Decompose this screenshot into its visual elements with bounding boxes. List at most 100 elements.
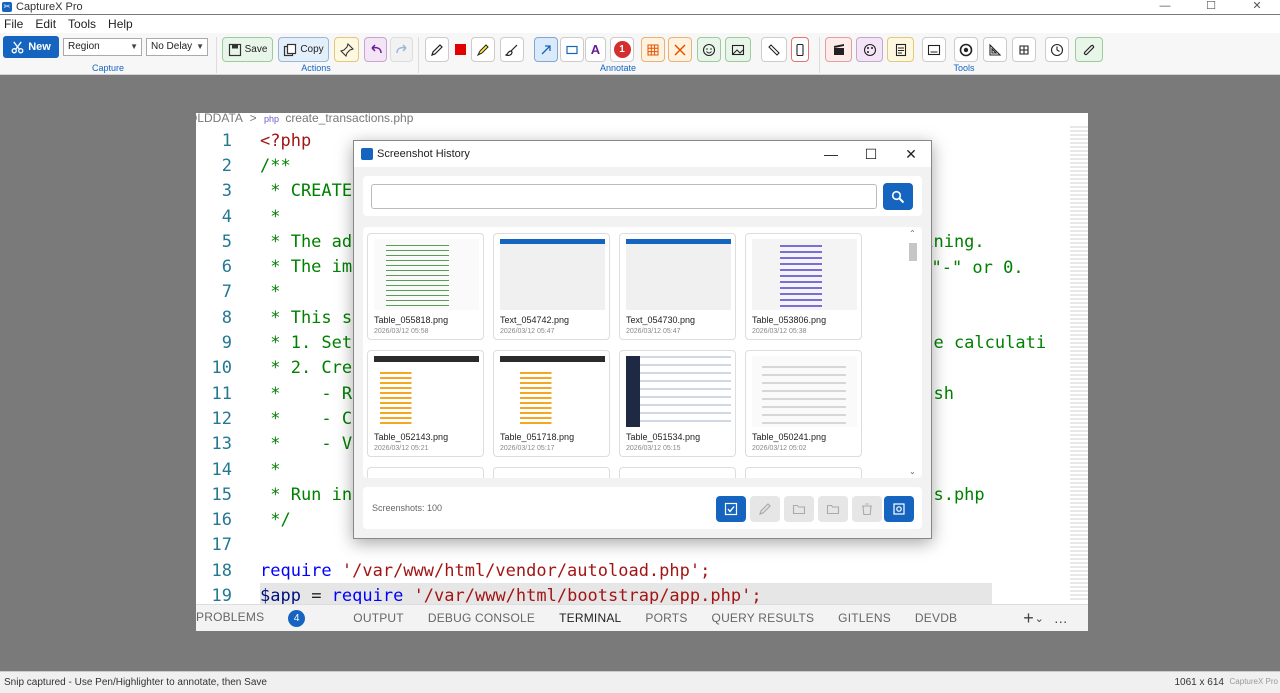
pixelate-tool-button[interactable] [641, 37, 665, 62]
image-tool-button[interactable] [725, 37, 751, 62]
new-button[interactable]: New [3, 36, 59, 58]
screenshot-thumbnail [626, 356, 731, 427]
notepad-icon [895, 43, 906, 56]
settings-tool-button[interactable] [1075, 37, 1103, 62]
color-picker-button[interactable] [453, 37, 467, 62]
line-number: 11 [211, 383, 232, 404]
close-button[interactable]: ✕ [1234, 0, 1280, 13]
rectangle-tool-button[interactable] [560, 37, 584, 62]
delay-select[interactable]: No Delay ▼ [146, 38, 208, 56]
tab-gitlens[interactable]: GITLENS [838, 611, 891, 625]
color-wheel-button[interactable] [954, 37, 978, 62]
folder-button[interactable] [818, 496, 848, 522]
grid-scrollbar[interactable]: ⌃ ⌄ [908, 229, 918, 476]
color-palette-button[interactable] [856, 37, 883, 62]
ruler-tool-button[interactable] [761, 37, 787, 62]
screenshot-card[interactable]: Text_054742.png 2026/03/12 05:47 [493, 233, 610, 340]
code-text: * Run in [260, 484, 353, 505]
brush-tool-button[interactable] [500, 37, 524, 62]
set-square-icon [989, 43, 1002, 56]
window-tool-button[interactable] [922, 37, 946, 62]
tab-terminal[interactable]: TERMINAL [559, 611, 621, 625]
open-capture-button[interactable] [884, 496, 914, 522]
screenshot-thumbnail [626, 239, 731, 310]
scrollbar-thumb[interactable] [909, 243, 917, 261]
minimize-button[interactable]: — [1142, 0, 1188, 13]
screenshot-filename: Table_051534.png [626, 432, 701, 442]
emoji-tool-button[interactable] [697, 37, 721, 62]
arrow-tool-button[interactable] [534, 37, 558, 62]
edit-button[interactable] [750, 496, 780, 522]
chevron-down-icon[interactable]: ⌄ [1035, 612, 1044, 625]
save-button[interactable]: Save [222, 37, 273, 62]
tab-debug-console[interactable]: DEBUG CONSOLE [428, 611, 535, 625]
screenshot-card[interactable]: Table_052143.png 2026/03/12 05:21 [367, 350, 484, 457]
line-number: 16 [211, 510, 232, 531]
screenshot-card[interactable]: Table_051718.png 2026/03/12 05:17 [493, 350, 610, 457]
dialog-close-button[interactable]: ✕ [891, 141, 931, 167]
crop-tool-button[interactable] [668, 37, 692, 62]
delete-button[interactable] [852, 496, 882, 522]
open-folder-button[interactable] [784, 496, 814, 522]
tab-ports[interactable]: PORTS [645, 611, 687, 625]
screenshot-card[interactable] [493, 467, 610, 478]
screenshot-filename: Text_054742.png [500, 315, 570, 325]
highlighter-tool-button[interactable] [471, 37, 495, 62]
code-text: * [260, 206, 281, 227]
select-all-button[interactable] [716, 496, 746, 522]
minimap [1070, 126, 1088, 601]
capture-group: New Region ▼ No Delay ▼ Capture [0, 33, 216, 75]
screenshot-card[interactable]: Table_055818.png 2026/03/12 05:58 [367, 233, 484, 340]
screenshot-date: 2026/03/12 05:02 [752, 445, 807, 452]
more-actions-button[interactable]: … [1054, 610, 1068, 626]
dialog-minimize-button[interactable]: — [811, 141, 851, 167]
tab-problems[interactable]: PROBLEMS 4 [196, 609, 329, 627]
pen-tool-button[interactable] [425, 37, 449, 62]
video-tool-button[interactable] [825, 37, 852, 62]
history-search-input[interactable] [371, 184, 877, 209]
pen-icon [431, 43, 443, 56]
capture-group-label: Capture [91, 63, 125, 73]
history-button[interactable] [1045, 37, 1069, 62]
pin-button[interactable] [334, 37, 359, 62]
scroll-up-icon[interactable]: ⌃ [909, 229, 916, 238]
new-terminal-button[interactable]: + [1023, 608, 1034, 629]
php-file-icon: php [263, 114, 279, 124]
screenshot-card[interactable]: Table_051534.png 2026/03/12 05:15 [619, 350, 736, 457]
capture-mode-select[interactable]: Region ▼ [63, 38, 142, 56]
code-text: * This s [260, 307, 353, 328]
screenshot-card[interactable]: Table_050241.png 2026/03/12 05:02 [745, 350, 862, 457]
menu-file[interactable]: File [4, 17, 23, 31]
tab-query-results[interactable]: QUERY RESULTS [712, 611, 815, 625]
code-text: * 2. Cre [260, 358, 353, 379]
grid-tool-button[interactable] [1012, 37, 1036, 62]
text-tool-button[interactable]: A [585, 37, 606, 62]
screenshot-card[interactable]: Text_054730.png 2026/03/12 05:47 [619, 233, 736, 340]
redo-button[interactable] [390, 37, 413, 62]
tab-output[interactable]: OUTPUT [353, 611, 404, 625]
menu-tools[interactable]: Tools [68, 17, 96, 31]
copy-button[interactable]: Copy [278, 37, 329, 62]
screenshot-card[interactable] [367, 467, 484, 478]
search-button[interactable] [883, 183, 913, 210]
mobile-frame-button[interactable] [791, 37, 809, 62]
menu-help[interactable]: Help [108, 17, 133, 31]
measure-tool-button[interactable] [983, 37, 1007, 62]
maximize-button[interactable]: ☐ [1188, 0, 1234, 13]
step-number-tool-button[interactable]: 1 [610, 37, 634, 62]
tab-devdb[interactable]: DEVDB [915, 611, 957, 625]
screenshot-card[interactable] [745, 467, 862, 478]
screenshot-card[interactable] [619, 467, 736, 478]
screenshot-card[interactable]: Table_053806.png 2026/03/12 05:38 [745, 233, 862, 340]
dialog-maximize-button[interactable]: ☐ [851, 141, 891, 167]
screenshot-thumbnail [374, 239, 479, 310]
line-number: 9 [221, 333, 232, 354]
color-swatch-icon [454, 44, 466, 55]
undo-button[interactable] [364, 37, 387, 62]
menu-edit[interactable]: Edit [35, 17, 56, 31]
scroll-down-icon[interactable]: ⌄ [909, 467, 916, 476]
thumbnail-grid[interactable]: ⌃ ⌄ Table_055818.png 2026/03/12 05:58 Text… [363, 227, 922, 478]
notes-tool-button[interactable] [887, 37, 914, 62]
chevron-down-icon: ▼ [130, 42, 138, 51]
screenshot-date: 2026/03/12 05:58 [374, 328, 429, 335]
